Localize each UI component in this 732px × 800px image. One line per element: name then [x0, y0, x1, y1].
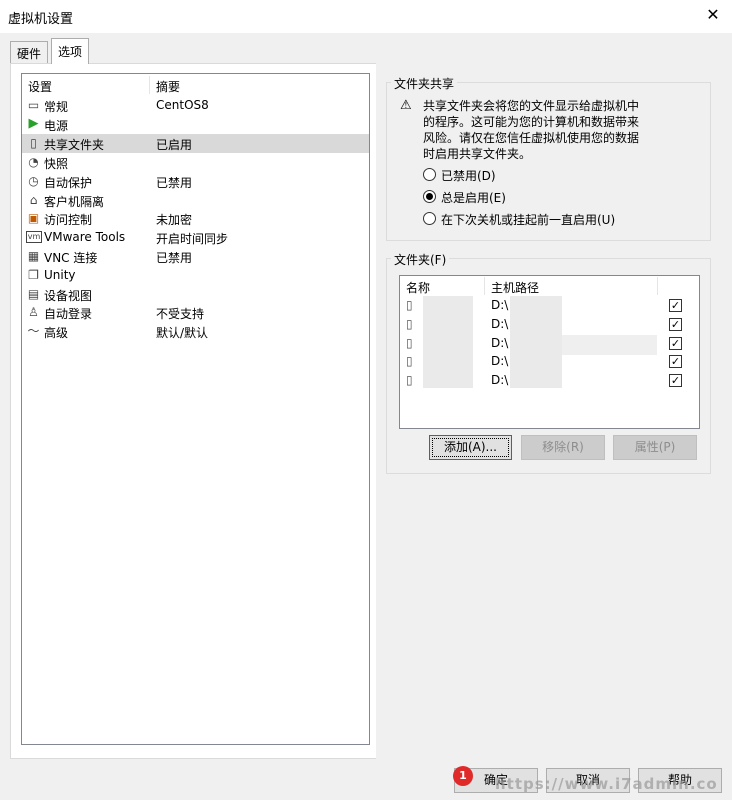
sharing-warning-text: 共享文件夹会将您的文件显示给虚拟机中 的程序。这可能为您的计算机和数据带来 风险… [423, 98, 639, 162]
settings-item-label: 快照 [44, 157, 69, 171]
shared-folder-icon: ▯ [406, 373, 413, 387]
host-path-column-header[interactable]: 主机路径 [491, 279, 539, 296]
settings-item-power[interactable]: ▶ 电源 [22, 115, 369, 134]
settings-item-summary: CentOS8 [156, 98, 209, 112]
folder-host-path: D:\ [491, 373, 509, 387]
users-icon: ♙ [28, 305, 39, 319]
settings-item-summary: 开启时间同步 [156, 232, 229, 246]
vm-icon: vm [26, 231, 42, 243]
folder-row[interactable]: ▯ D:\ ✓ [400, 371, 699, 390]
device-view-icon: ▤ [27, 287, 40, 301]
settings-item-label: Unity [44, 268, 76, 282]
remove-folder-button[interactable]: 移除(R) [521, 435, 605, 460]
warning-icon: ⚠ [400, 98, 412, 113]
radio-disabled-label[interactable]: 已禁用(D) [441, 167, 496, 184]
folder-host-path: D:\ [491, 354, 509, 368]
settings-item-label: 电源 [44, 119, 69, 133]
settings-item-guest-isolation[interactable]: ⌂ 客户机隔离 [22, 191, 369, 210]
settings-item-summary: 未加密 [156, 213, 193, 227]
settings-item-device-view[interactable]: ▤ 设备视图 [22, 285, 369, 304]
unity-icon: ❐ [28, 268, 39, 282]
settings-item-label: 自动保护 [44, 176, 93, 190]
settings-item-summary: 不受支持 [156, 307, 205, 321]
settings-item-snapshots[interactable]: ◔ 快照 [22, 153, 369, 172]
shared-folder-icon: ▯ [406, 317, 413, 331]
play-icon: ▶ [28, 116, 39, 131]
radio-until-poweroff-label[interactable]: 在下次关机或挂起前一直启用(U) [441, 211, 615, 228]
tab-hardware[interactable]: 硬件 [10, 41, 49, 63]
folder-row[interactable]: ▯ D:\ ✓ [400, 315, 699, 334]
folder-enabled-checkbox[interactable]: ✓ [669, 355, 682, 368]
radio-always-enabled[interactable] [423, 190, 436, 203]
tab-options[interactable]: 选项 [51, 38, 90, 64]
folder-host-path: D:\ [491, 336, 509, 350]
settings-item-summary: 已禁用 [156, 176, 193, 190]
folder-host-path: D:\ [491, 298, 509, 312]
folder-row[interactable]: ▯ D:\ ✓ [400, 334, 699, 353]
clock-icon: ◷ [28, 174, 39, 188]
settings-item-summary: 默认/默认 [156, 326, 209, 340]
settings-item-vmware-tools[interactable]: vm VMware Tools 开启时间同步 [22, 228, 369, 247]
settings-item-label: 共享文件夹 [44, 138, 105, 152]
settings-item-label: 高级 [44, 326, 69, 340]
column-divider [149, 76, 150, 94]
settings-item-label: 设备视图 [44, 289, 93, 303]
shared-folder-icon: ▯ [30, 136, 37, 150]
summary-column-header[interactable]: 摘要 [156, 78, 180, 96]
radio-disabled[interactable] [423, 168, 436, 181]
settings-item-summary: 已禁用 [156, 251, 193, 265]
shared-folder-icon: ▯ [406, 298, 413, 312]
folder-row[interactable]: ▯ D:\ ✓ [400, 352, 699, 371]
name-column-header[interactable]: 名称 [406, 279, 430, 296]
settings-column-header[interactable]: 设置 [28, 78, 52, 96]
warning-line: 共享文件夹会将您的文件显示给虚拟机中 [423, 99, 640, 113]
warning-line: 时启用共享文件夹。 [423, 147, 532, 161]
column-divider [657, 277, 658, 295]
add-folder-button[interactable]: 添加(A)... [429, 435, 512, 460]
settings-item-label: 自动登录 [44, 307, 93, 321]
column-divider [484, 277, 485, 295]
settings-item-label: VNC 连接 [44, 251, 98, 265]
vnc-icon: ▦ [27, 249, 40, 263]
radio-always-enabled-label[interactable]: 总是启用(E) [441, 189, 506, 206]
lock-icon: ⌂ [29, 193, 38, 207]
settings-item-label: 访问控制 [44, 213, 93, 227]
settings-item-vnc[interactable]: ▦ VNC 连接 已禁用 [22, 247, 369, 266]
settings-item-advanced[interactable]: 〜 高级 默认/默认 [22, 322, 369, 341]
folder-enabled-checkbox[interactable]: ✓ [669, 318, 682, 331]
settings-item-label: VMware Tools [44, 230, 126, 244]
settings-item-summary: 已启用 [156, 138, 193, 152]
folder-enabled-checkbox[interactable]: ✓ [669, 337, 682, 350]
watermark: https://www.i7admin.co [495, 775, 718, 793]
settings-item-general[interactable]: ▭ 常规 CentOS8 [22, 96, 369, 115]
snapshot-icon: ◔ [28, 155, 39, 169]
folder-host-path: D:\ [491, 317, 509, 331]
close-icon[interactable]: ✕ [702, 4, 724, 26]
settings-item-autologon[interactable]: ♙ 自动登录 不受支持 [22, 303, 369, 322]
settings-item-shared-folders[interactable]: ▯ 共享文件夹 已启用 [22, 134, 369, 153]
folder-row[interactable]: ▯ D:\ ✓ [400, 296, 699, 315]
title-bar [0, 0, 732, 33]
folders-label: 文件夹(F) [391, 251, 450, 268]
folder-enabled-checkbox[interactable]: ✓ [669, 374, 682, 387]
monitor-icon: ▭ [27, 98, 40, 112]
warning-line: 的程序。这可能为您的计算机和数据带来 [423, 115, 640, 129]
settings-item-label: 常规 [44, 100, 69, 114]
settings-item-access-control[interactable]: ▣ 访问控制 未加密 [22, 209, 369, 228]
shared-folder-icon: ▯ [406, 336, 413, 350]
warning-line: 风险。请仅在您信任虚拟机使用您的数据 [423, 131, 640, 145]
advanced-icon: 〜 [27, 324, 40, 338]
folder-properties-button[interactable]: 属性(P) [613, 435, 697, 460]
settings-item-label: 客户机隔离 [44, 195, 105, 209]
settings-item-unity[interactable]: ❐ Unity [22, 266, 369, 285]
folder-sharing-label: 文件夹共享 [391, 75, 458, 92]
step-badge: 1 [453, 766, 473, 786]
radio-until-poweroff[interactable] [423, 212, 436, 225]
window-title: 虚拟机设置 [8, 12, 74, 27]
access-control-icon: ▣ [27, 211, 40, 225]
folder-enabled-checkbox[interactable]: ✓ [669, 299, 682, 312]
settings-item-autoprotect[interactable]: ◷ 自动保护 已禁用 [22, 172, 369, 191]
shared-folder-icon: ▯ [406, 354, 413, 368]
